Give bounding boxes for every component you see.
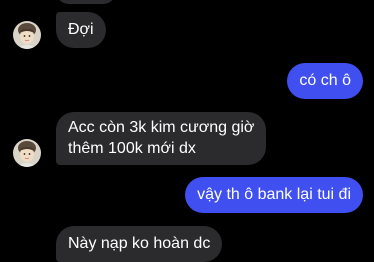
message-bubble-incoming-cut[interactable] xyxy=(56,0,116,4)
message-text: vậy th ô bank lại tui đi xyxy=(197,186,351,203)
message-bubble-outgoing[interactable]: vậy th ô bank lại tui đi xyxy=(185,177,363,213)
message-text: có ch ô xyxy=(299,72,351,89)
contact-avatar[interactable] xyxy=(13,21,41,49)
message-text-line: Acc còn 3k kim cương giờ xyxy=(68,119,255,136)
message-bubble-incoming[interactable]: Acc còn 3k kim cương giờ thêm 100k mới d… xyxy=(56,112,267,165)
message-bubble-incoming[interactable]: Đợi xyxy=(56,12,106,48)
message-text: Đợi xyxy=(68,21,94,38)
avatar-photo-icon xyxy=(13,21,41,49)
message-text-line: thêm 100k mới dx xyxy=(68,140,196,157)
avatar-photo-icon xyxy=(13,139,41,167)
message-thread: Đợi có ch ô Acc còn 3k kim cương giờ thê… xyxy=(0,0,374,262)
contact-avatar[interactable] xyxy=(13,139,41,167)
message-text: Này nạp ko hoàn dc xyxy=(68,235,211,252)
message-bubble-outgoing[interactable]: có ch ô xyxy=(287,63,363,99)
